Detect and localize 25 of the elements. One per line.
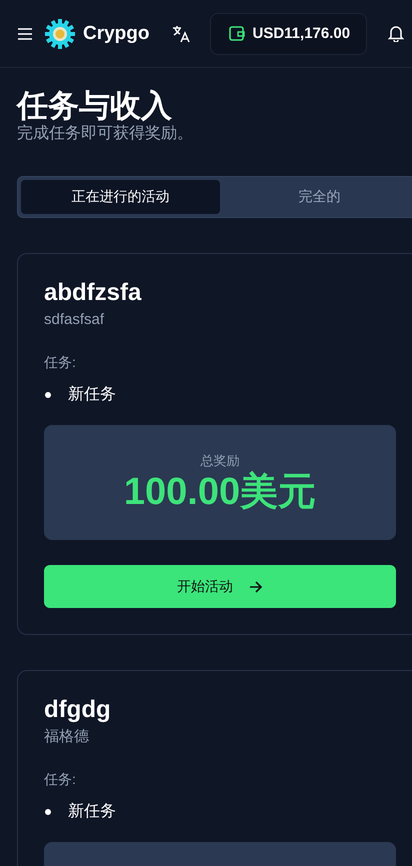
- campaign-description: sdfasfsaf: [44, 310, 106, 330]
- translate-icon[interactable]: [172, 24, 190, 42]
- tab[interactable]: 完全的: [220, 180, 412, 214]
- reward-label: 总奖励: [200, 452, 240, 470]
- start-campaign-button[interactable]: 开始活动: [44, 565, 396, 608]
- brand-name: Crypgo: [83, 22, 150, 44]
- campaign-title: abdfzsfa: [44, 278, 142, 308]
- tasks-label: 任务:: [44, 771, 77, 789]
- wallet-balance-button[interactable]: USD11,176.00: [210, 12, 368, 54]
- tab[interactable]: 正在进行的活动: [21, 180, 220, 214]
- bell-icon[interactable]: [388, 25, 404, 42]
- arrow-right-icon: [249, 580, 263, 592]
- task-item: 新任务: [68, 802, 116, 822]
- wallet-icon: [228, 26, 244, 41]
- campaign-title: dfgdg: [44, 695, 112, 725]
- campaign-description: 福格德: [44, 727, 90, 747]
- bullet-icon: [45, 808, 51, 814]
- page-title: 任务与收入: [17, 88, 173, 124]
- bullet-icon: [45, 392, 51, 398]
- tasks-label: 任务:: [44, 354, 77, 372]
- reward-amount: 100.00美元: [124, 470, 316, 514]
- menu-icon[interactable]: [18, 28, 32, 40]
- gear-logo-icon: [45, 18, 75, 48]
- page-subtitle: 完成任务即可获得奖励。: [17, 124, 194, 144]
- task-item: 新任务: [68, 384, 116, 405]
